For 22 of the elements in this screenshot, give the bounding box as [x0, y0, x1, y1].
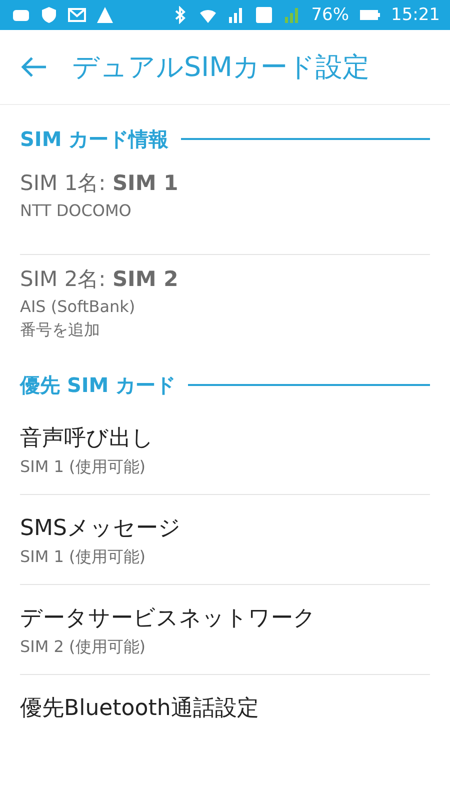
- setting-summary: NTT DOCOMO: [20, 201, 132, 220]
- setting-summary: SIM 1 (使用可能): [20, 457, 147, 478]
- section-title: 優先 SIM カード: [20, 372, 176, 398]
- setting-title[interactable]: SIM 1名: SIM 1: [20, 169, 430, 197]
- mail-icon: [68, 6, 86, 24]
- back-arrow-icon: [20, 55, 48, 79]
- section-title: SIM カード情報: [20, 126, 169, 152]
- setting-title[interactable]: 音声呼び出し: [20, 423, 430, 453]
- screen-title: デュアルSIMカード設定: [72, 51, 370, 85]
- battery-percentage: 76%: [311, 5, 349, 25]
- setting-summary: SIM 2 (使用可能): [20, 637, 147, 658]
- warning-icon: [96, 6, 114, 24]
- setting-summary: AIS (SoftBank): [20, 297, 136, 316]
- setting-summary: 番号を追加: [20, 320, 101, 341]
- setting-title[interactable]: データサービスネットワーク: [20, 603, 430, 633]
- setting-summary: SIM 1 (使用可能): [20, 547, 147, 568]
- setting-title[interactable]: 優先Bluetooth通話設定: [20, 693, 430, 723]
- shield-icon: [40, 6, 58, 24]
- setting-title[interactable]: SIM 2名: SIM 2: [20, 265, 430, 293]
- setting-title[interactable]: SMSメッセージ: [20, 513, 430, 543]
- clock: 15:21: [391, 5, 440, 25]
- back-button[interactable]: [20, 55, 48, 79]
